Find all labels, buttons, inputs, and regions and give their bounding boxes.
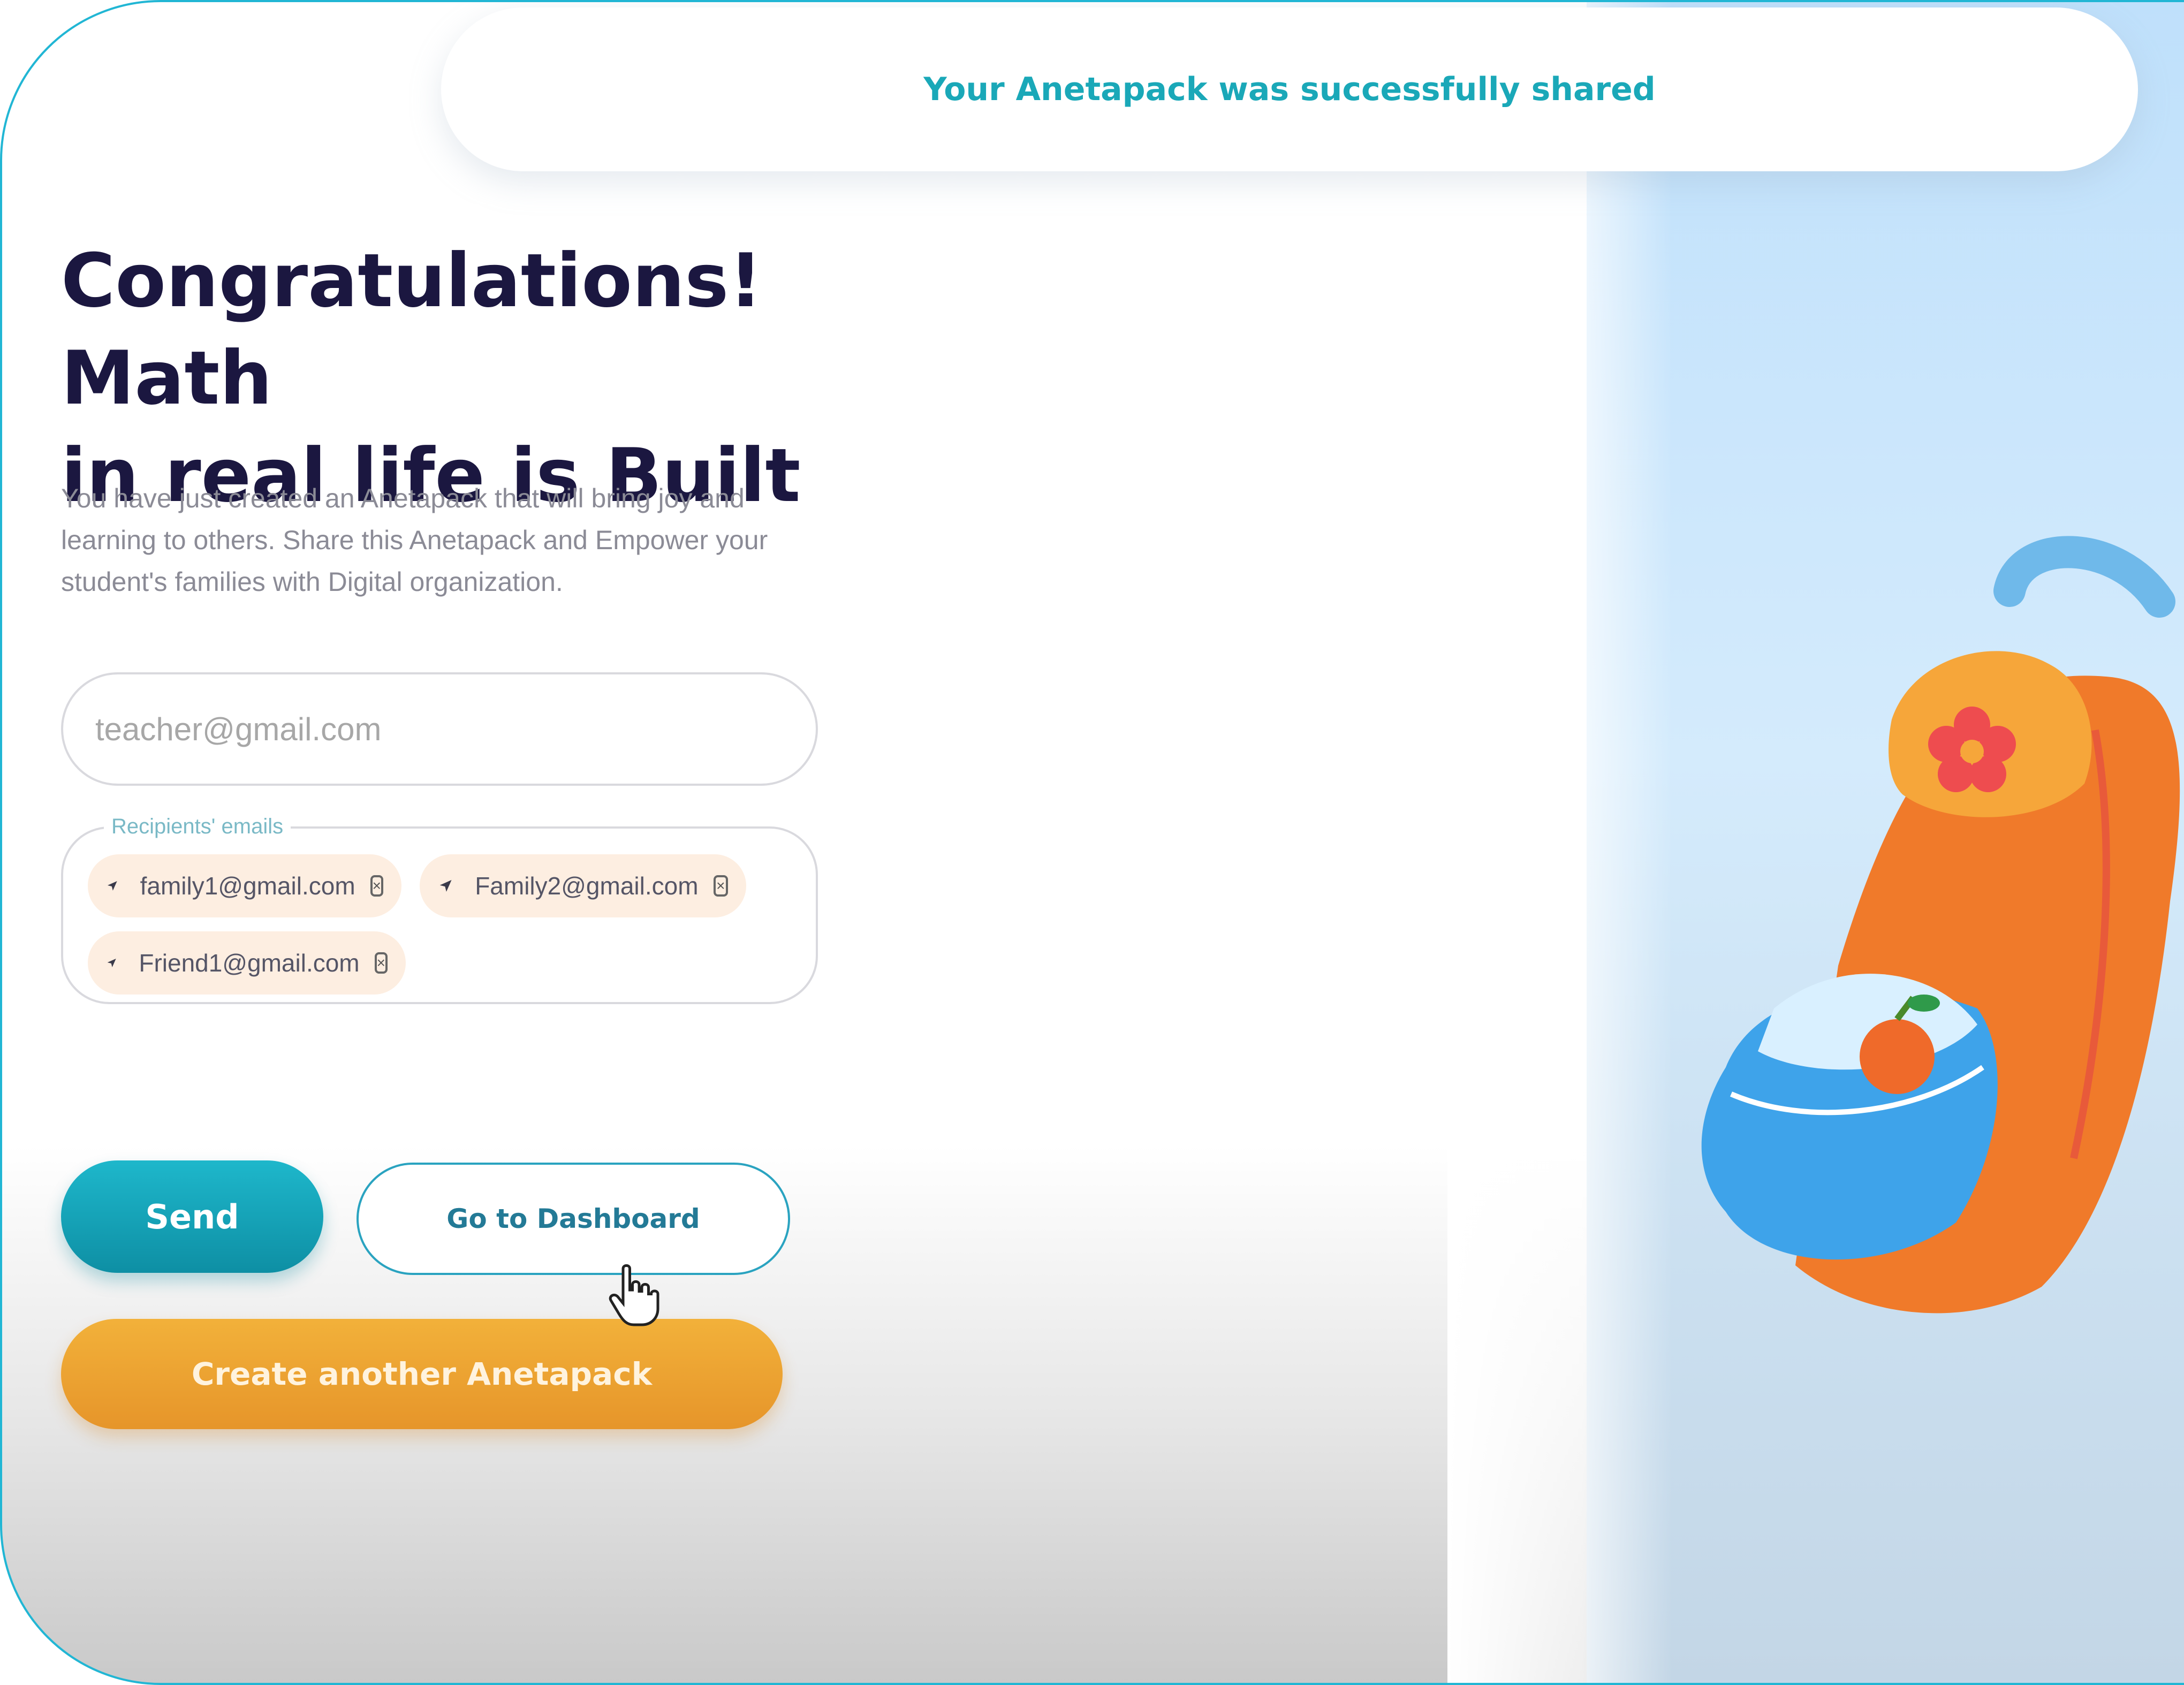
recipient-chip[interactable]: Family2@gmail.com × <box>420 854 746 917</box>
chip-email: Friend1@gmail.com <box>139 949 360 977</box>
recipients-label: Recipients' emails <box>104 815 291 839</box>
send-icon <box>439 880 452 892</box>
create-another-button[interactable]: Create another Anetapack <box>61 1319 783 1429</box>
recipient-chip[interactable]: Friend1@gmail.com × <box>88 931 406 995</box>
chip-email: family1@gmail.com <box>140 872 355 900</box>
description-text: You have just created an Anetapack that … <box>61 483 768 597</box>
remove-chip-icon[interactable]: × <box>713 875 728 897</box>
go-to-dashboard-button[interactable]: Go to Dashboard <box>357 1163 790 1275</box>
send-icon <box>107 881 117 891</box>
toast-message: Your Anetapack was successfully shared <box>923 71 1656 108</box>
chip-email: Family2@gmail.com <box>475 872 699 900</box>
send-icon <box>107 958 116 968</box>
title-line-1: Congratulations! Math <box>61 238 763 421</box>
sender-email-input[interactable] <box>61 672 818 786</box>
send-button[interactable]: Send <box>61 1160 323 1273</box>
remove-chip-icon[interactable]: × <box>370 875 383 897</box>
remove-chip-icon[interactable]: × <box>374 952 388 974</box>
success-toast: Your Anetapack was successfully shared <box>441 7 2138 171</box>
hand-cursor-icon <box>609 1264 659 1326</box>
recipient-chip[interactable]: family1@gmail.com × <box>88 854 401 917</box>
app-frame: Your Anetapack was successfully shared C… <box>0 0 2184 1685</box>
backpack-illustration <box>1701 536 2180 1314</box>
